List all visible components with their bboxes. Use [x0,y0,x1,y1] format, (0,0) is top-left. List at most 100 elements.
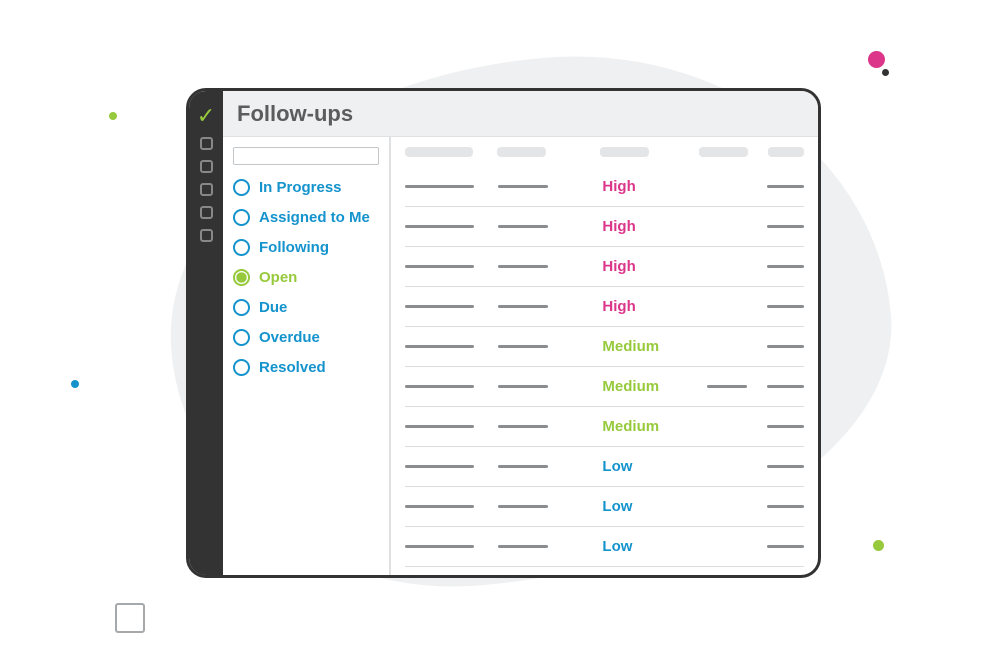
filter-item[interactable]: Open [233,269,379,286]
table-row[interactable]: Low [405,447,804,487]
rail-item[interactable] [200,183,213,196]
cell-placeholder [498,505,548,508]
table-body: High High High High Medium Medium Medium Low Low… [405,167,804,567]
table-row[interactable]: High [405,207,804,247]
column-header[interactable] [600,147,649,157]
cell-placeholder [405,385,474,388]
filter-item[interactable]: Resolved [233,359,379,376]
cell-placeholder [498,265,548,268]
cell-placeholder [767,345,804,348]
cell-placeholder [405,425,474,428]
cell-placeholder [707,385,747,388]
cell-placeholder [498,385,548,388]
cell-placeholder [767,425,804,428]
cell-placeholder [498,185,548,188]
cell-placeholder [498,305,548,308]
decor-dot-green-bottom [873,540,884,551]
table-header [405,147,804,157]
cell-placeholder [405,465,474,468]
priority-cell: Medium [602,418,693,435]
priority-cell: High [602,298,693,315]
filter-label: Open [259,269,297,286]
cell-placeholder [767,305,804,308]
table-row[interactable]: Low [405,487,804,527]
cell-placeholder [405,505,474,508]
filter-label: Due [259,299,287,316]
decor-dot-black [882,69,889,76]
priority-badge: Low [602,458,632,475]
priority-badge: High [602,298,635,315]
cell-placeholder [405,185,474,188]
decor-dot-green-top [109,112,117,120]
table-row[interactable]: High [405,167,804,207]
cell-placeholder [405,345,474,348]
cell-placeholder [498,225,548,228]
priority-cell: High [602,258,693,275]
filter-item[interactable]: In Progress [233,179,379,196]
page-title: Follow-ups [237,101,353,127]
table-row[interactable]: High [405,287,804,327]
cell-placeholder [498,425,548,428]
filter-label: In Progress [259,179,342,196]
cell-placeholder [767,505,804,508]
priority-badge: Medium [602,378,659,395]
filter-item[interactable]: Due [233,299,379,316]
cell-placeholder [767,265,804,268]
followups-table: High High High High Medium Medium Medium Low Low… [391,137,818,575]
column-header[interactable] [405,147,473,157]
priority-cell: Low [602,458,693,475]
main-split: In Progress Assigned to Me Following Open Du… [223,137,818,575]
decor-dot-pink [868,51,885,68]
cell-placeholder [405,545,474,548]
radio-icon [233,269,250,286]
cell-placeholder [767,225,804,228]
priority-cell: High [602,218,693,235]
filter-item[interactable]: Assigned to Me [233,209,379,226]
filters-sidebar: In Progress Assigned to Me Following Open Du… [223,137,391,575]
column-header[interactable] [699,147,748,157]
cell-placeholder [405,305,474,308]
radio-icon [233,299,250,316]
column-header[interactable] [497,147,546,157]
priority-cell: Low [602,498,693,515]
cell-placeholder [767,185,804,188]
radio-icon [233,179,250,196]
column-header[interactable] [768,147,804,157]
table-row[interactable]: Medium [405,407,804,447]
priority-cell: Low [602,538,693,555]
priority-badge: High [602,258,635,275]
page-header: Follow-ups [223,91,818,137]
filter-label: Assigned to Me [259,209,370,226]
rail-item[interactable] [200,137,213,150]
cell-placeholder [767,545,804,548]
priority-badge: High [602,178,635,195]
rail-item[interactable] [200,229,213,242]
filter-label: Overdue [259,329,320,346]
priority-badge: Medium [602,338,659,355]
priority-badge: Medium [602,418,659,435]
check-icon[interactable]: ✓ [197,105,215,127]
search-input[interactable] [233,147,379,165]
filter-item[interactable]: Overdue [233,329,379,346]
priority-badge: Low [602,538,632,555]
cell-placeholder [498,345,548,348]
priority-badge: Low [602,498,632,515]
cell-placeholder [767,465,804,468]
filter-item[interactable]: Following [233,239,379,256]
table-row[interactable]: Low [405,527,804,567]
radio-icon [233,329,250,346]
cell-placeholder [498,465,548,468]
priority-badge: High [602,218,635,235]
radio-icon [233,209,250,226]
priority-cell: High [602,178,693,195]
app-frame: ✓ Follow-ups In ProgressAssigned to MeFo… [186,88,821,578]
app-body: Follow-ups In Progress Assigned to Me Foll… [223,91,818,575]
rail-item[interactable] [200,160,213,173]
decor-dot-blue [71,380,79,388]
table-row[interactable]: Medium [405,367,804,407]
cell-placeholder [767,385,804,388]
table-row[interactable]: High [405,247,804,287]
rail-item[interactable] [200,206,213,219]
cell-placeholder [405,225,474,228]
table-row[interactable]: Medium [405,327,804,367]
